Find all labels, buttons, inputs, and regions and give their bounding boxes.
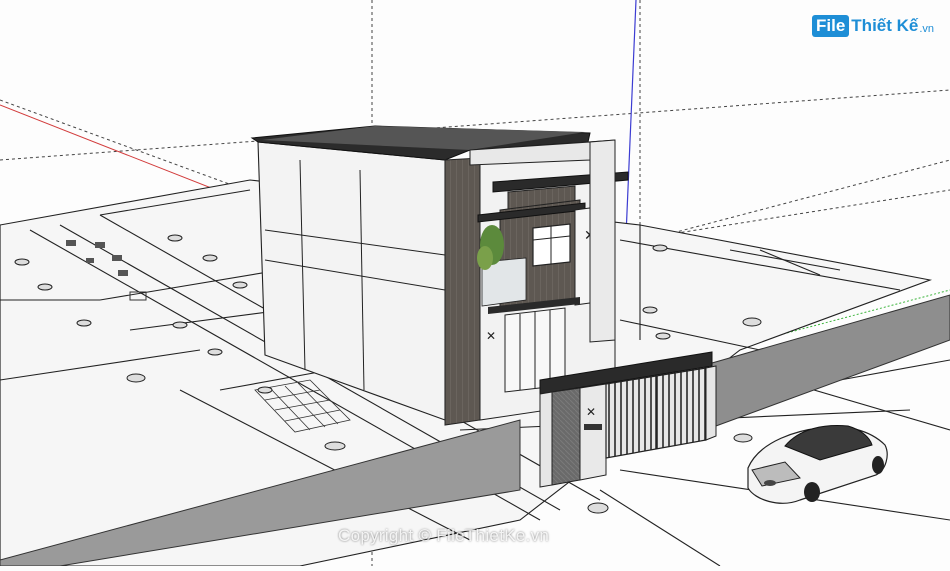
copyright-watermark: Copyright © FileThietKe.vn (338, 526, 550, 545)
fence-post-left (539, 391, 553, 488)
house-right-wall (589, 139, 616, 343)
car-headlight (764, 480, 776, 486)
decorative-motif-3: ✕ (486, 329, 496, 343)
house-number-plate (584, 424, 602, 430)
gate-pillar (579, 383, 607, 481)
logo-tld: .vn (919, 23, 935, 35)
gate-motif: ✕ (586, 405, 596, 419)
pedestrian-gate[interactable] (551, 387, 581, 486)
wood-column (444, 157, 481, 426)
logo-name: Thiết Kế (851, 16, 919, 35)
filethietke-logo: File Thiết Kế .vn (812, 12, 934, 40)
3d-scene[interactable]: ✕ ✕ ✕ ✕ (0, 0, 950, 567)
sketchup-viewport[interactable]: ✕ ✕ ✕ ✕ (0, 0, 950, 567)
fence-post-right (705, 365, 717, 441)
car-wheel-rear (872, 456, 884, 474)
car-wheel-front (804, 482, 820, 502)
logo-box: File (812, 15, 850, 37)
